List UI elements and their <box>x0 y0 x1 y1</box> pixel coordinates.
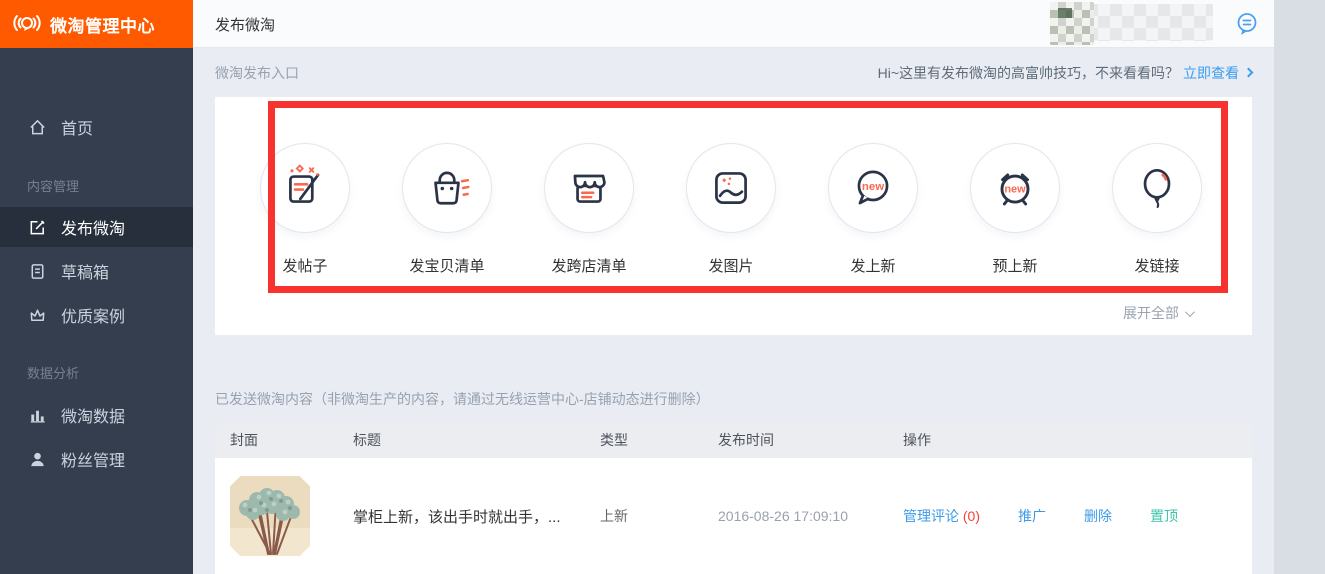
sidebar-item-data[interactable]: 微淘数据 <box>0 393 193 437</box>
col-type: 类型 <box>600 430 718 450</box>
publish-entries: 发帖子 发宝贝清单 <box>234 143 1228 276</box>
row-time: 2016-08-26 17:09:10 <box>718 508 903 524</box>
delete-link[interactable]: 删除 <box>1084 506 1112 526</box>
compose-icon <box>27 217 47 237</box>
publish-section-title: 微淘发布入口 <box>215 63 299 83</box>
brand-header: 微淘管理中心 <box>0 0 193 48</box>
sent-content-section-title: 已发送微淘内容（非微淘生产的内容，请通过无线运营中心-店铺动态进行删除） <box>215 389 1252 409</box>
entry-item-list[interactable]: 发宝贝清单 <box>376 143 518 276</box>
broadcast-bubble-icon <box>13 10 41 38</box>
home-icon <box>27 117 47 137</box>
crown-icon <box>27 305 47 325</box>
window-edge-strip <box>1274 0 1325 574</box>
sidebar-section-analytics: 数据分析 <box>0 362 193 382</box>
cross-store-list-icon <box>544 143 634 233</box>
sidebar-section-content: 内容管理 <box>0 175 193 195</box>
sidebar-item-label: 发布微淘 <box>61 215 125 239</box>
sidebar-item-drafts[interactable]: 草稿箱 <box>0 249 193 293</box>
sidebar-item-label: 微淘数据 <box>61 403 125 427</box>
publish-entries-card: 发帖子 发宝贝清单 <box>215 97 1252 335</box>
image-icon <box>686 143 776 233</box>
sidebar-item-home[interactable]: 首页 <box>0 105 193 149</box>
expand-all-button[interactable]: 展开全部 <box>1123 303 1192 323</box>
sidebar-item-label: 首页 <box>61 115 93 139</box>
entry-label: 发跨店清单 <box>518 255 660 276</box>
entry-image[interactable]: 发图片 <box>660 143 802 276</box>
sidebar-item-label: 草稿箱 <box>61 259 109 283</box>
entry-label: 发上新 <box>802 255 944 276</box>
cover-thumbnail <box>230 476 310 556</box>
message-bubble-icon[interactable] <box>1234 11 1260 37</box>
brand-title: 微淘管理中心 <box>50 12 155 37</box>
promote-link[interactable]: 推广 <box>1018 506 1046 526</box>
link-icon <box>1112 143 1202 233</box>
pin-top-link[interactable]: 置顶 <box>1150 506 1178 526</box>
entry-cross-store-list[interactable]: 发跨店清单 <box>518 143 660 276</box>
new-arrival-icon: new <box>828 143 918 233</box>
hint-link[interactable]: 立即查看 <box>1183 63 1239 83</box>
entry-post[interactable]: 发帖子 <box>234 143 376 276</box>
entry-label: 发宝贝清单 <box>376 255 518 276</box>
fans-icon <box>27 449 47 469</box>
draft-icon <box>27 261 47 281</box>
sidebar-item-cases[interactable]: 优质案例 <box>0 293 193 337</box>
avatar[interactable] <box>1050 2 1094 45</box>
item-list-icon <box>402 143 492 233</box>
entry-label: 发图片 <box>660 255 802 276</box>
main-content: 微淘发布入口 Hi~这里有发布微淘的高富帅技巧，不来看看吗？ 立即查看 <box>193 48 1274 574</box>
row-actions: 管理评论 (0) 推广 删除 置顶 <box>903 506 1252 526</box>
sidebar-nav: 首页 内容管理 发布微淘 草稿箱 <box>0 105 193 481</box>
svg-text:new: new <box>862 181 884 193</box>
col-time: 发布时间 <box>718 430 903 450</box>
sidebar-item-publish[interactable]: 发布微淘 <box>0 207 193 247</box>
row-type: 上新 <box>600 506 718 526</box>
svg-text:new: new <box>1004 184 1026 196</box>
col-cover: 封面 <box>230 430 353 450</box>
row-title: 掌柜上新，该出手时就出手，... <box>353 506 600 527</box>
comment-count: (0) <box>963 508 980 524</box>
entry-label: 预上新 <box>944 255 1086 276</box>
sent-content-table: 封面 标题 类型 发布时间 操作 <box>215 422 1252 574</box>
sidebar-item-label: 优质案例 <box>61 303 125 327</box>
entry-new-arrival[interactable]: new 发上新 <box>802 143 944 276</box>
chevron-down-icon <box>1185 307 1195 317</box>
col-title: 标题 <box>353 430 600 450</box>
pre-arrival-icon: new <box>970 143 1060 233</box>
hint-text: Hi~这里有发布微淘的高富帅技巧，不来看看吗？ <box>878 63 1179 83</box>
table-header-row: 封面 标题 类型 发布时间 操作 <box>215 422 1252 458</box>
chart-icon <box>27 405 47 425</box>
entry-link[interactable]: 发链接 <box>1086 143 1228 276</box>
table-row: 掌柜上新，该出手时就出手，... 上新 2016-08-26 17:09:10 … <box>215 458 1252 574</box>
entry-pre-arrival[interactable]: new 预上新 <box>944 143 1086 276</box>
page-title: 发布微淘 <box>215 0 275 48</box>
sidebar-item-label: 粉丝管理 <box>61 447 125 471</box>
entry-label: 发链接 <box>1086 255 1228 276</box>
col-actions: 操作 <box>903 430 1252 450</box>
top-header: 发布微淘 <box>193 0 1274 48</box>
post-icon <box>260 143 350 233</box>
chevron-right-icon <box>1244 68 1254 78</box>
manage-comments-link[interactable]: 管理评论 <box>903 508 959 524</box>
sidebar: 微淘管理中心 首页 内容管理 发布微淘 <box>0 0 193 574</box>
sidebar-item-fans[interactable]: 粉丝管理 <box>0 437 193 481</box>
entry-label: 发帖子 <box>234 255 376 276</box>
